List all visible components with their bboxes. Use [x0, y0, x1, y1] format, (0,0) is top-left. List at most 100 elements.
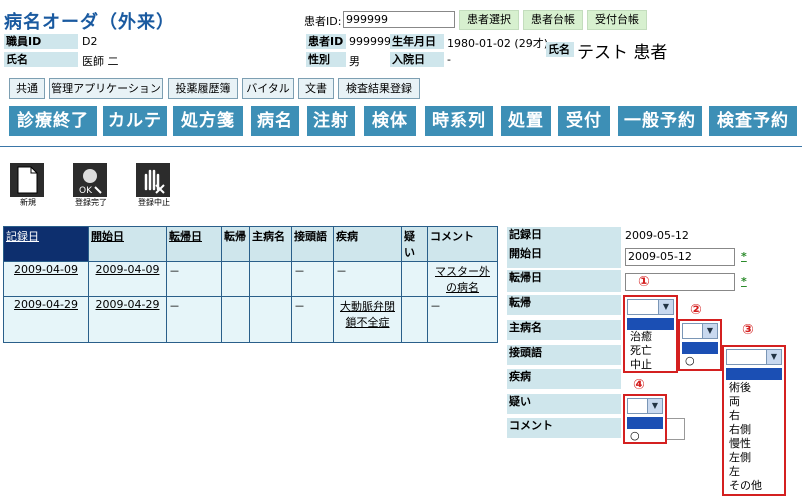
main-disease-dropdown[interactable]: ▼ ○	[678, 319, 722, 371]
new-label: 新規	[20, 198, 36, 207]
main-menu-prescription[interactable]: 処方箋	[173, 106, 243, 136]
menu-admin-app[interactable]: 管理アプリケーション	[49, 78, 163, 99]
outcome-option-stopped[interactable]: 中止	[627, 358, 652, 372]
cell-suspect	[401, 261, 428, 297]
main-menu-reception[interactable]: 受付	[558, 106, 610, 136]
main-menu-disease[interactable]: 病名	[251, 106, 299, 136]
disease-table: 記録日 開始日 転帰日 転帰 主病名 接頭語 疾病 疑い コメント 2009-0…	[3, 226, 498, 343]
dob-value: 1980-01-02 (29才)	[447, 37, 549, 50]
register-complete-button[interactable]: OK 登録完了	[73, 163, 109, 208]
prefix-option-7[interactable]: 左	[726, 465, 740, 479]
col-prefix: 接頭語	[291, 226, 334, 262]
cell-record-date[interactable]: 2009-04-09	[3, 261, 89, 297]
form-start-date-input[interactable]: 2009-05-12	[625, 248, 735, 266]
prefix-select[interactable]: ▼	[726, 349, 782, 365]
outcome-option-death[interactable]: 死亡	[627, 344, 652, 358]
main-disease-select[interactable]: ▼	[682, 323, 718, 339]
chevron-down-icon[interactable]: ▼	[647, 399, 662, 413]
prefix-option-4[interactable]: 右側	[726, 423, 751, 437]
suspect-option-blank[interactable]	[627, 417, 663, 429]
form-outcome-date-label: 転帰日	[507, 270, 621, 292]
main-disease-option-blank[interactable]	[682, 342, 718, 354]
col-suspect: 疑い	[401, 226, 428, 262]
admission-label: 入院日	[390, 52, 444, 67]
prefix-option-1[interactable]: 術後	[726, 381, 751, 395]
prefix-dropdown[interactable]: ▼ 術後 両 右 右側 慢性 左側 左 その他	[722, 345, 786, 496]
callout-2: ②	[690, 302, 702, 318]
cell-start-date[interactable]: 2009-04-29	[88, 296, 167, 343]
menu-common[interactable]: 共通	[9, 78, 45, 99]
register-cancel-button[interactable]: 登録中止	[136, 163, 172, 208]
form-disease-label: 疾病	[507, 369, 621, 389]
prefix-option-2[interactable]: 両	[726, 395, 740, 409]
patient-id-input[interactable]: 999999	[343, 11, 455, 28]
outcome-dropdown[interactable]: ▼ 治癒 死亡 中止	[623, 295, 678, 373]
admission-value: -	[447, 53, 451, 66]
col-start-date[interactable]: 開始日	[88, 226, 167, 262]
chevron-down-icon[interactable]: ▼	[658, 300, 673, 314]
prefix-option-3[interactable]: 右	[726, 409, 740, 423]
main-menu-timeseries[interactable]: 時系列	[425, 106, 493, 136]
cell-outcome	[221, 296, 250, 343]
main-menu-procedure[interactable]: 処置	[501, 106, 551, 136]
menu-documents[interactable]: 文書	[298, 78, 334, 99]
prefix-option-blank[interactable]	[726, 368, 782, 380]
table-header-row: 記録日 開始日 転帰日 転帰 主病名 接頭語 疾病 疑い コメント	[3, 226, 498, 262]
cell-start-date[interactable]: 2009-04-09	[88, 261, 167, 297]
form-suspect-label: 疑い	[507, 394, 621, 414]
cell-comment[interactable]: マスター外の病名	[427, 261, 498, 297]
suspect-dropdown[interactable]: ▼ ○	[623, 394, 667, 444]
chevron-down-icon[interactable]: ▼	[766, 350, 781, 364]
prefix-option-5[interactable]: 慢性	[726, 437, 751, 451]
register-complete-icon: OK	[73, 163, 107, 197]
form-main-disease-label: 主病名	[507, 320, 621, 340]
prefix-option-6[interactable]: 左側	[726, 451, 751, 465]
outcome-option-cured[interactable]: 治癒	[627, 330, 652, 344]
main-menu-chart[interactable]: カルテ	[103, 106, 167, 136]
col-main-disease: 主病名	[249, 226, 292, 262]
menu-test-result-entry[interactable]: 検査結果登録	[338, 78, 420, 99]
cell-suspect	[401, 296, 428, 343]
form-prefix-label: 接頭語	[507, 345, 621, 365]
table-row[interactable]: 2009-04-09 2009-04-09 － － － マスター外の病名	[3, 261, 498, 297]
suspect-option-circle[interactable]: ○	[627, 429, 640, 443]
suspect-select[interactable]: ▼	[627, 398, 663, 414]
cell-comment: －	[427, 296, 498, 343]
main-menu-general-appointment[interactable]: 一般予約	[618, 106, 702, 136]
patient-select-button[interactable]: 患者選択	[459, 10, 519, 30]
cell-record-date[interactable]: 2009-04-29	[3, 296, 89, 343]
main-menu-finish-consultation[interactable]: 診療終了	[9, 106, 97, 136]
prefix-option-8[interactable]: その他	[726, 479, 762, 493]
cell-main-disease	[249, 261, 292, 297]
form-record-date-value: 2009-05-12	[625, 229, 689, 242]
patient-id-label: 患者ID:	[304, 15, 342, 28]
pid-value: 999999	[349, 35, 391, 48]
col-outcome: 転帰	[221, 226, 250, 262]
doctor-name-value: 医師 二	[82, 55, 119, 68]
cell-outcome-date: －	[166, 296, 222, 343]
main-menu-specimen[interactable]: 検体	[364, 106, 416, 136]
menu-vital[interactable]: バイタル	[242, 78, 294, 99]
register-complete-label: 登録完了	[75, 198, 107, 207]
col-outcome-date[interactable]: 転帰日	[166, 226, 222, 262]
callout-3: ③	[742, 322, 754, 338]
reception-ledger-button[interactable]: 受付台帳	[587, 10, 647, 30]
main-disease-option-circle[interactable]: ○	[682, 354, 695, 368]
main-menu-injection[interactable]: 注射	[307, 106, 355, 136]
staff-id-label: 職員ID	[4, 34, 78, 49]
menu-medication-history[interactable]: 投薬履歴簿	[168, 78, 238, 99]
main-menu-test-appointment[interactable]: 検査予約	[709, 106, 797, 136]
cell-disease[interactable]: 大動脈弁閉鎖不全症	[333, 296, 402, 343]
register-cancel-label: 登録中止	[138, 198, 170, 207]
outcome-date-required-mark: *	[741, 275, 747, 288]
new-document-icon	[10, 163, 44, 197]
new-button[interactable]: 新規	[10, 163, 46, 208]
outcome-option-blank[interactable]	[627, 318, 674, 330]
outcome-select[interactable]: ▼	[627, 299, 674, 315]
form-record-date-label: 記録日	[507, 227, 621, 247]
chevron-down-icon[interactable]: ▼	[702, 324, 717, 338]
patient-ledger-button[interactable]: 患者台帳	[523, 10, 583, 30]
table-row[interactable]: 2009-04-29 2009-04-29 － － 大動脈弁閉鎖不全症 －	[3, 296, 498, 343]
col-record-date[interactable]: 記録日	[3, 226, 89, 262]
svg-text:OK: OK	[79, 186, 93, 196]
